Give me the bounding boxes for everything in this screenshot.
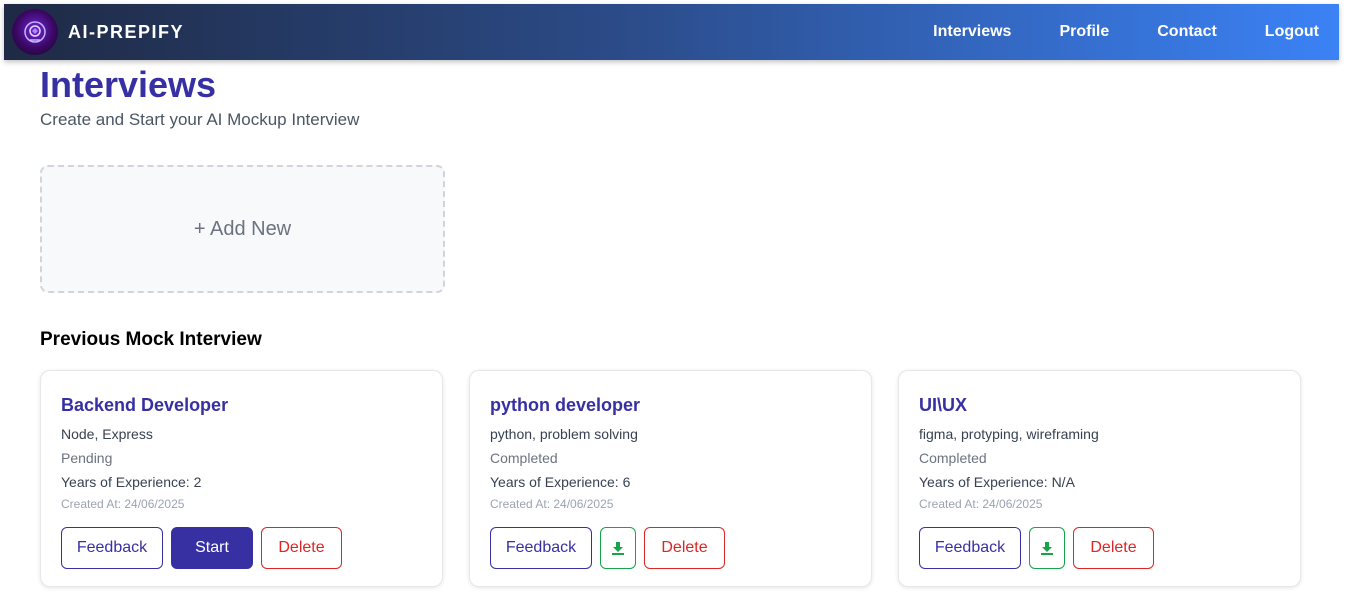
card-actions: Feedback Delete <box>919 527 1162 569</box>
interview-card: Backend Developer Node, Express Pending … <box>40 370 443 587</box>
download-button[interactable] <box>600 527 636 569</box>
card-actions: Feedback Start Delete <box>61 527 350 569</box>
delete-button[interactable]: Delete <box>1073 527 1154 569</box>
interview-title: UI\UX <box>919 395 968 415</box>
interview-title: python developer <box>490 395 641 415</box>
download-icon <box>612 542 624 555</box>
previous-interviews-heading: Previous Mock Interview <box>40 329 262 350</box>
brand-name: AI-PREPIFY <box>68 21 185 42</box>
nav-link-contact[interactable]: Contact <box>1157 23 1217 41</box>
interview-experience: Years of Experience: 6 <box>490 474 631 490</box>
interview-title: Backend Developer <box>61 395 229 415</box>
interview-skills: figma, protyping, wireframing <box>919 426 1099 442</box>
interview-created-date: Created At: 24/06/2025 <box>919 497 1043 511</box>
nav-link-profile[interactable]: Profile <box>1059 23 1109 41</box>
interview-experience: Years of Experience: 2 <box>61 474 202 490</box>
feedback-button[interactable]: Feedback <box>61 527 163 569</box>
card-actions: Feedback Delete <box>490 527 733 569</box>
interview-status: Pending <box>61 450 113 466</box>
start-button[interactable]: Start <box>171 527 253 569</box>
page-subtitle: Create and Start your AI Mockup Intervie… <box>40 110 360 129</box>
interview-status: Completed <box>490 450 558 466</box>
nav-link-logout[interactable]: Logout <box>1265 23 1319 41</box>
interview-created-date: Created At: 24/06/2025 <box>61 497 185 511</box>
nav-links: Interviews Profile Contact Logout <box>885 4 1319 60</box>
brain-head-icon <box>12 9 58 55</box>
delete-button[interactable]: Delete <box>644 527 725 569</box>
interview-status: Completed <box>919 450 987 466</box>
interview-card: UI\UX figma, protyping, wireframing Comp… <box>898 370 1301 587</box>
interview-experience: Years of Experience: N/A <box>919 474 1075 490</box>
download-button[interactable] <box>1029 527 1065 569</box>
feedback-button[interactable]: Feedback <box>490 527 592 569</box>
interview-skills: Node, Express <box>61 426 153 442</box>
feedback-button[interactable]: Feedback <box>919 527 1021 569</box>
add-new-label: + Add New <box>193 217 292 240</box>
download-icon <box>1041 542 1053 555</box>
top-navbar: AI-PREPIFY Interviews Profile Contact Lo… <box>4 4 1339 60</box>
page-title: Interviews <box>40 64 217 105</box>
add-new-interview-card[interactable]: + Add New <box>40 165 445 293</box>
brand[interactable]: AI-PREPIFY <box>12 9 184 55</box>
nav-link-interviews[interactable]: Interviews <box>933 23 1011 41</box>
interview-created-date: Created At: 24/06/2025 <box>490 497 614 511</box>
interview-skills: python, problem solving <box>490 426 638 442</box>
delete-button[interactable]: Delete <box>261 527 342 569</box>
interview-card: python developer python, problem solving… <box>469 370 872 587</box>
